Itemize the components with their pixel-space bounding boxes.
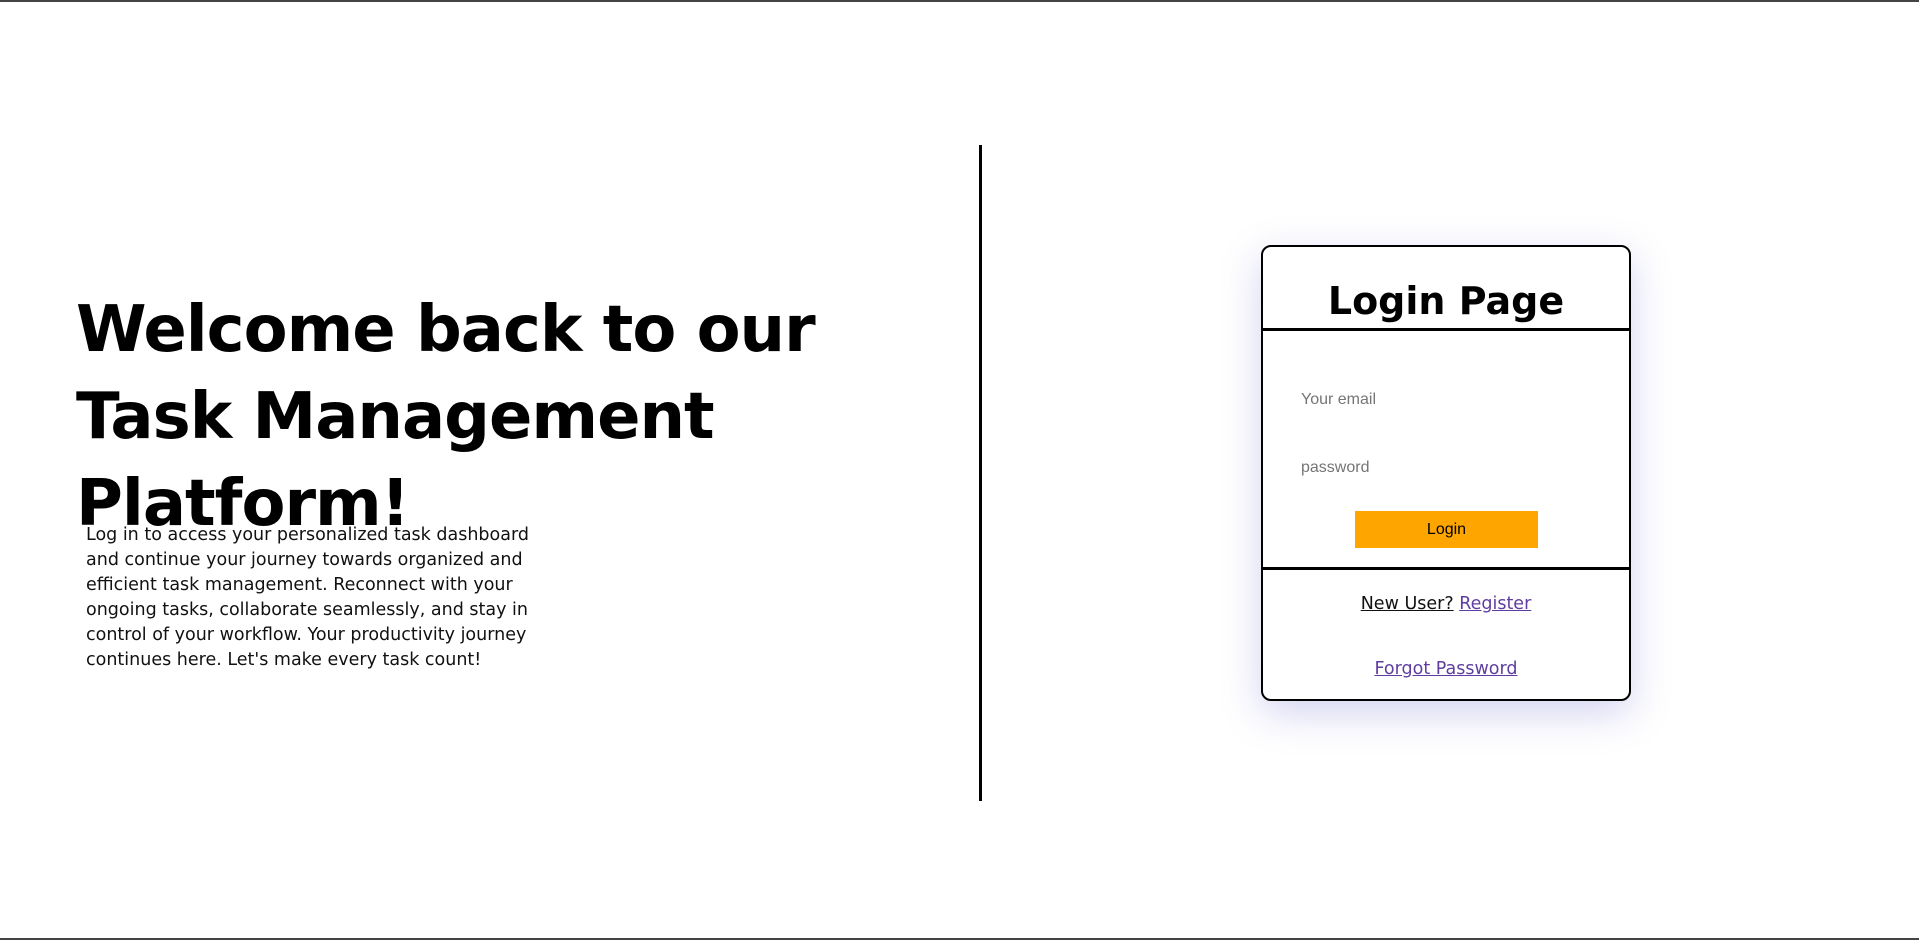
login-page: Welcome back to our Task Management Plat…	[0, 0, 1919, 940]
password-field[interactable]	[1301, 448, 1593, 488]
login-button[interactable]: Login	[1355, 511, 1538, 548]
register-row: New User? Register	[1263, 592, 1629, 616]
email-field[interactable]	[1301, 380, 1593, 420]
footer-divider	[1263, 567, 1629, 570]
header-divider	[1263, 328, 1629, 331]
forgot-row: Forgot Password	[1263, 657, 1629, 681]
login-title: Login Page	[1327, 279, 1565, 323]
forgot-password-link[interactable]: Forgot Password	[1374, 659, 1517, 679]
intro-paragraph: Log in to access your personalized task …	[86, 525, 529, 670]
register-link[interactable]: Register	[1459, 594, 1531, 614]
new-user-label: New User?	[1360, 594, 1454, 614]
welcome-heading: Welcome back to our Task Management Plat…	[76, 293, 816, 541]
vertical-divider	[979, 145, 982, 801]
login-card: Login Page Login New User? Register Forg…	[1261, 245, 1631, 701]
